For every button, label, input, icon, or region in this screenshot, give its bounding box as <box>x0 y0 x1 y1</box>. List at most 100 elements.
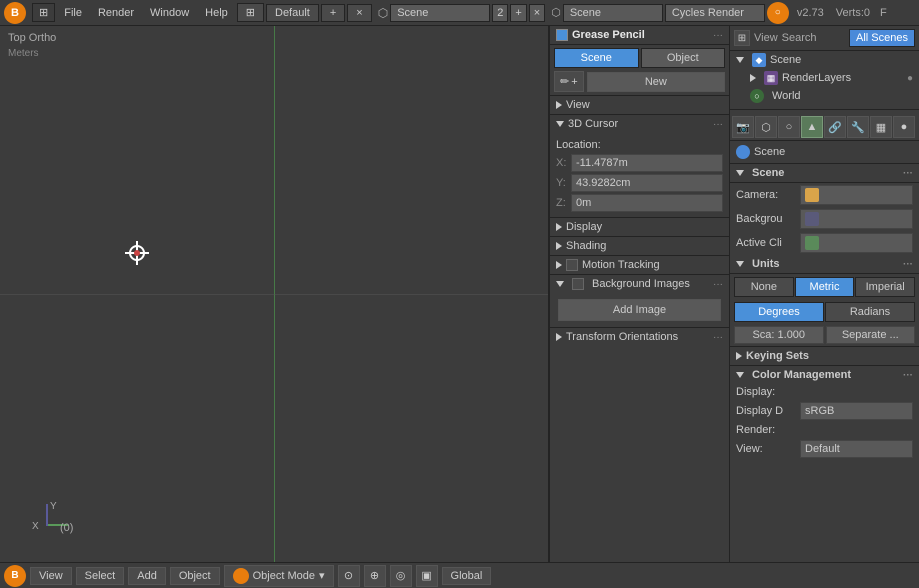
tab-object[interactable]: Object <box>641 48 726 68</box>
pivot-btn[interactable]: ◎ <box>390 565 412 587</box>
bottom-object-btn[interactable]: Object <box>170 567 220 585</box>
units-radio-degrees[interactable]: Degrees <box>734 302 824 322</box>
cursor-section-dots[interactable]: ··· <box>713 119 723 130</box>
add-image-btn[interactable]: Add Image <box>558 299 721 321</box>
units-radio-radians[interactable]: Radians <box>825 302 915 322</box>
scale-btn[interactable]: Sca: 1.000 <box>734 326 824 344</box>
bg-images-dots[interactable]: ··· <box>713 279 723 290</box>
workspace-close-btn[interactable]: × <box>347 4 371 22</box>
display-section-header[interactable]: Display <box>550 217 729 236</box>
scene-section-dots[interactable]: ··· <box>903 168 913 179</box>
gp-panel-dots[interactable]: ··· <box>713 30 723 41</box>
viewport[interactable]: Top Ortho Meters X Y (0) <box>0 26 549 562</box>
display-d-select[interactable]: sRGB <box>800 402 913 420</box>
transform-section-header[interactable]: Transform Orientations ··· <box>550 327 729 346</box>
bottom-add-btn[interactable]: Add <box>128 567 166 585</box>
camera-field-btn[interactable] <box>800 185 913 205</box>
snap-btn[interactable]: ⊙ <box>338 565 360 587</box>
outliner-item-scene[interactable]: ◆ Scene <box>730 51 919 69</box>
cursor-z-input[interactable] <box>571 194 723 212</box>
bg-images-checkbox[interactable] <box>572 278 584 290</box>
gp-pencil-btn[interactable]: ✏ + <box>554 71 584 92</box>
props-scene-section-left: Scene <box>736 167 784 179</box>
units-dots[interactable]: ··· <box>903 259 913 270</box>
object-mode-selector[interactable]: Object Mode ▾ <box>224 565 334 587</box>
gp-checkbox[interactable] <box>556 29 568 41</box>
units-tab-metric[interactable]: Metric <box>795 277 855 297</box>
outliner-view-btn[interactable]: View <box>754 32 778 44</box>
active-clip-field-btn[interactable] <box>800 233 913 253</box>
menu-render[interactable]: Render <box>91 5 141 21</box>
props-scene-section[interactable]: Scene ··· <box>730 164 919 183</box>
props-icon-object[interactable]: ▲ <box>801 116 823 138</box>
grease-pencil-panel: Grease Pencil ··· Scene Object ✏ + New <box>550 26 729 346</box>
blender-logo[interactable]: B <box>4 2 26 24</box>
scene-add-btn[interactable]: + <box>510 4 526 22</box>
menu-help[interactable]: Help <box>198 5 235 21</box>
menu-window[interactable]: Window <box>143 5 196 21</box>
orient-btn[interactable]: ⊕ <box>364 565 386 587</box>
units-header-left: Units <box>736 258 780 270</box>
props-icon-material[interactable]: ● <box>893 116 915 138</box>
bottom-blender-logo[interactable]: B <box>4 565 26 587</box>
props-scene-header: Scene <box>730 141 919 164</box>
scene-close-btn[interactable]: × <box>529 4 545 22</box>
props-icon-scene[interactable]: ⬡ <box>755 116 777 138</box>
cursor-section-header[interactable]: 3D Cursor ··· <box>550 114 729 133</box>
cursor-x-input[interactable] <box>571 154 723 172</box>
color-mgmt-dots[interactable]: ··· <box>903 370 913 381</box>
top-bar: B ⊞ File Render Window Help ⊞ Default + … <box>0 0 919 26</box>
units-tab-imperial[interactable]: Imperial <box>855 277 915 297</box>
version-label: v2.73 <box>791 7 830 19</box>
bottom-view-btn[interactable]: View <box>30 567 72 585</box>
separate-btn[interactable]: Separate ... <box>826 326 916 344</box>
units-tab-none[interactable]: None <box>734 277 794 297</box>
display-d-row: Display D sRGB <box>730 400 919 422</box>
props-icon-modifier[interactable]: 🔧 <box>847 116 869 138</box>
units-section-header[interactable]: Units ··· <box>730 255 919 274</box>
motion-tracking-row[interactable]: Motion Tracking <box>550 255 729 274</box>
keying-sets-header[interactable]: Keying Sets <box>730 346 919 365</box>
background-field-btn[interactable] <box>800 209 913 229</box>
workspace-add-btn[interactable]: + <box>321 4 345 22</box>
props-icon-render[interactable]: 📷 <box>732 116 754 138</box>
object-mode-label: Object Mode <box>253 570 315 582</box>
shading-section-header[interactable]: Shading <box>550 236 729 255</box>
scene-name-input[interactable]: Scene <box>390 4 490 22</box>
render-engine-selector[interactable]: Cycles Render <box>665 4 765 22</box>
workspace-type-btn[interactable]: ⊞ <box>237 3 264 22</box>
outliner-type-icon[interactable]: ⊞ <box>734 30 750 46</box>
global-selector[interactable]: Global <box>442 567 492 585</box>
motion-tracking-triangle <box>556 261 562 269</box>
menu-file[interactable]: File <box>57 5 89 21</box>
scene-file-input[interactable]: Scene <box>563 4 663 22</box>
props-icon-world[interactable]: ○ <box>778 116 800 138</box>
color-mgmt-header[interactable]: Color Management ··· <box>730 365 919 384</box>
object-mode-icon <box>233 568 249 584</box>
outliner-search-btn[interactable]: Search <box>782 32 817 44</box>
props-icon-data[interactable]: ▦ <box>870 116 892 138</box>
scene-num: 2 <box>492 4 508 22</box>
motion-tracking-checkbox[interactable] <box>566 259 578 271</box>
bottom-select-btn[interactable]: Select <box>76 567 125 585</box>
cursor-y-input[interactable] <box>571 174 723 192</box>
editor-type-selector[interactable]: ⊞ <box>32 3 55 22</box>
workspace-name[interactable]: Default <box>266 4 319 22</box>
bg-images-row[interactable]: Background Images ··· <box>550 274 729 293</box>
display-section-label: Display <box>566 221 602 233</box>
outliner-item-world[interactable]: ○ World <box>730 87 919 105</box>
props-icon-constraints[interactable]: 🔗 <box>824 116 846 138</box>
outliner-renderlayers-label: RenderLayers <box>782 72 851 84</box>
gp-new-btn[interactable]: New <box>587 72 725 92</box>
gp-tabs: Scene Object <box>554 48 725 68</box>
tab-scene[interactable]: Scene <box>554 48 639 68</box>
outliner-item-renderlayers[interactable]: ▦ RenderLayers ● <box>730 69 919 87</box>
view-section-header[interactable]: View <box>550 95 729 114</box>
view-select[interactable]: Default <box>800 440 913 458</box>
layer-btn[interactable]: ▣ <box>416 565 438 587</box>
transform-section-triangle <box>556 333 562 341</box>
outliner-world-label: World <box>772 90 801 102</box>
cursor-section-content: Location: X: Y: Z: <box>550 133 729 217</box>
all-scenes-btn[interactable]: All Scenes <box>849 29 915 47</box>
transform-dots[interactable]: ··· <box>713 332 723 343</box>
